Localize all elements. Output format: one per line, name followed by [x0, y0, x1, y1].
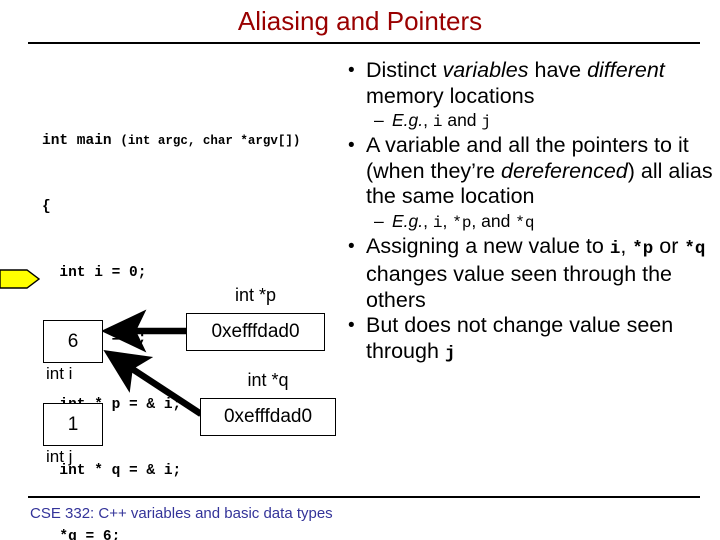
text-run: , [423, 210, 433, 231]
variable-i-label: int i [46, 364, 73, 383]
text-run: different [587, 58, 665, 82]
text-run: , [442, 210, 453, 231]
text-run: E.g. [392, 110, 424, 130]
bullet-list: Distinct variables have different memory… [344, 58, 720, 367]
text-run: dereferenced [501, 158, 628, 183]
text-run: Distinct [366, 58, 443, 82]
text-run: , [423, 110, 433, 130]
code-line-1: int main (int argc, char *argv[]) [42, 130, 300, 152]
sub-eg-i-p-q: E.g., i, *p, and *q [344, 210, 720, 234]
text-run: , and [471, 210, 516, 231]
variable-box-i: 6 [43, 320, 103, 363]
text-run: But does not change value seen through [366, 313, 674, 363]
pointer-p-value: 0xefffdad0 [211, 321, 300, 342]
text-run: E.g. [392, 210, 424, 231]
pointer-q-label: int *q [247, 370, 289, 390]
bullet-variable-and-pointers-alias: A variable and all the pointers to it (w… [344, 133, 720, 210]
text-run: i [609, 238, 621, 259]
text-run: *q [684, 238, 706, 259]
bullet-distinct-variables: Distinct variables have different memory… [344, 58, 720, 109]
text-run: or [653, 233, 685, 258]
text-run: variables [442, 58, 529, 82]
execution-position-marker-icon [0, 269, 40, 289]
variable-j-value: 1 [67, 413, 79, 435]
pointer-box-q: 0xefffdad0 [200, 398, 336, 436]
footer-text: CSE 332: C++ variables and basic data ty… [30, 505, 333, 522]
variable-box-j: 1 [43, 403, 103, 446]
page-title: Aliasing and Pointers [237, 6, 483, 36]
sub-eg-i-and-j: E.g., i and j [344, 109, 720, 133]
code-line-7: *q = 6; [42, 529, 121, 540]
title-divider [28, 42, 700, 44]
text-run: changes value seen through the others [366, 262, 673, 312]
text-run: memory locations [366, 83, 535, 108]
pointer-p-label: int *p [234, 285, 277, 305]
text-run: *p [452, 213, 472, 232]
text-run: , [620, 233, 633, 258]
variable-i-value: 6 [67, 330, 79, 352]
code-line-2: { [42, 199, 51, 215]
text-run: *q [515, 213, 535, 232]
text-run: *p [632, 238, 654, 259]
variable-j-label: int j [46, 447, 73, 466]
pointer-q-value: 0xefffdad0 [223, 406, 313, 427]
footer-divider [28, 496, 700, 498]
text-run: Assigning a new value to [366, 233, 610, 258]
text-run: j [444, 343, 456, 364]
pointer-box-p: 0xefffdad0 [186, 313, 325, 351]
text-run: and [442, 110, 482, 130]
code-line-1-head: int main [42, 133, 121, 149]
code-line-3: int i = 0; [42, 265, 147, 281]
code-line-1-tail: (int argc, char *argv[]) [120, 134, 301, 148]
bullet-does-not-change-j: But does not change value seen through j [344, 313, 720, 367]
slide-canvas: Aliasing and Pointers int main (int argc… [0, 0, 720, 540]
code-line-6: int * q = & i; [42, 463, 182, 479]
bullet-assigning-new-value: Assigning a new value to i, *p or *q cha… [344, 234, 720, 314]
text-run: j [481, 113, 492, 131]
text-run: have [528, 58, 588, 82]
